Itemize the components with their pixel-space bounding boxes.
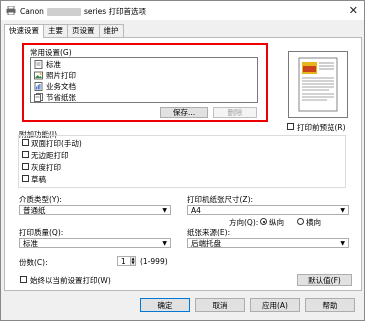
always-print-label: 始终以当前设置打印(W) xyxy=(30,276,111,285)
print-quality-value: 标准 xyxy=(23,239,38,248)
grayscale-label: 灰度打印 xyxy=(31,163,61,172)
copies-spinner[interactable]: ▲ ▼ xyxy=(130,256,136,266)
copies-label: 份数(C): xyxy=(19,258,48,267)
list-item[interactable]: 照片打印 xyxy=(34,70,76,80)
borderless-checkbox[interactable] xyxy=(22,151,29,158)
close-icon[interactable]: ✕ xyxy=(349,4,358,17)
window-title: Canon series 打印首选项 xyxy=(20,6,146,17)
orientation-label: 方向(Q): xyxy=(229,218,259,227)
print-quality-select[interactable]: 标准 ▼ xyxy=(19,238,171,248)
landscape-radio[interactable] xyxy=(297,218,304,225)
media-type-label: 介质类型(Y): xyxy=(19,195,62,204)
duplex-label: 双面打印(手动) xyxy=(31,139,82,148)
chevron-down-icon: ▼ xyxy=(162,240,167,247)
list-item-label: 照片打印 xyxy=(46,70,76,80)
preview-before-print-checkbox[interactable] xyxy=(287,123,294,130)
media-type-value: 普通纸 xyxy=(23,206,46,215)
common-settings-list[interactable]: 标准 照片打印 业务文档 节省纸张 xyxy=(30,57,258,103)
title-bar: Canon series 打印首选项 ✕ xyxy=(1,1,364,20)
cancel-button[interactable]: 取消 xyxy=(195,298,245,312)
printing-preferences-window: Canon series 打印首选项 ✕ 快速设置 主要 页设置 维护 常用设置… xyxy=(0,0,365,321)
defaults-button[interactable]: 默认值(F) xyxy=(297,274,352,286)
preview-page-image xyxy=(298,57,338,112)
tab-main[interactable]: 主要 xyxy=(43,24,68,37)
redacted-model-name xyxy=(46,7,81,16)
always-print-checkbox[interactable] xyxy=(20,276,27,283)
portrait-label: 纵向 xyxy=(269,218,284,227)
paper-size-label: 打印机纸张尺寸(Z): xyxy=(187,195,254,204)
media-type-select[interactable]: 普通纸 ▼ xyxy=(19,205,171,215)
paper-size-value: A4 xyxy=(191,206,201,215)
photo-icon xyxy=(34,71,43,79)
page-preview xyxy=(288,51,348,118)
list-item-label: 节省纸张 xyxy=(46,92,76,102)
preview-before-print-label: 打印前预览(R) xyxy=(297,123,346,132)
paper-source-select[interactable]: 后端托盘 ▼ xyxy=(187,238,349,248)
printer-icon xyxy=(6,6,16,15)
list-item-label: 业务文档 xyxy=(46,81,76,91)
grayscale-checkbox[interactable] xyxy=(22,163,29,170)
landscape-label: 横向 xyxy=(306,218,321,227)
tab-maintenance[interactable]: 维护 xyxy=(98,24,124,37)
paper-source-label: 纸张来源(E): xyxy=(187,228,231,237)
list-item[interactable]: 标准 xyxy=(34,59,61,69)
print-quality-label: 打印质量(Q): xyxy=(19,228,64,237)
chevron-down-icon: ▼ xyxy=(340,207,345,214)
ok-button[interactable]: 确定 xyxy=(140,298,190,312)
apply-button[interactable]: 应用(A) xyxy=(250,298,300,312)
copies-range: (1-999) xyxy=(140,257,168,266)
save-button[interactable]: 保存... xyxy=(160,107,208,118)
portrait-radio[interactable] xyxy=(260,218,267,225)
title-suffix: series 打印首选项 xyxy=(83,7,147,16)
chevron-down-icon: ▼ xyxy=(340,240,345,247)
tab-page-setup[interactable]: 页设置 xyxy=(67,24,100,37)
copies-input[interactable]: 1 xyxy=(117,256,131,266)
duplex-checkbox[interactable] xyxy=(22,139,29,146)
list-item-label: 标准 xyxy=(46,59,61,69)
help-button[interactable]: 帮助 xyxy=(305,298,355,312)
tab-quick-setup[interactable]: 快速设置 xyxy=(4,24,44,38)
draft-checkbox[interactable] xyxy=(22,175,29,182)
paper-saving-icon xyxy=(34,92,43,102)
delete-button[interactable]: 删除 xyxy=(213,107,257,118)
standard-icon xyxy=(34,59,43,69)
list-item[interactable]: 业务文档 xyxy=(34,81,76,91)
borderless-label: 无边距打印 xyxy=(31,151,69,160)
spin-down-icon[interactable]: ▼ xyxy=(131,261,135,265)
list-item[interactable]: 节省纸张 xyxy=(34,92,76,102)
chevron-down-icon: ▼ xyxy=(162,207,167,214)
paper-size-select[interactable]: A4 ▼ xyxy=(187,205,349,215)
title-brand: Canon xyxy=(20,7,44,16)
draft-label: 草稿 xyxy=(31,175,46,184)
business-document-icon xyxy=(34,81,43,91)
tab-strip: 快速设置 主要 页设置 维护 xyxy=(4,24,124,38)
paper-source-value: 后端托盘 xyxy=(191,239,221,248)
